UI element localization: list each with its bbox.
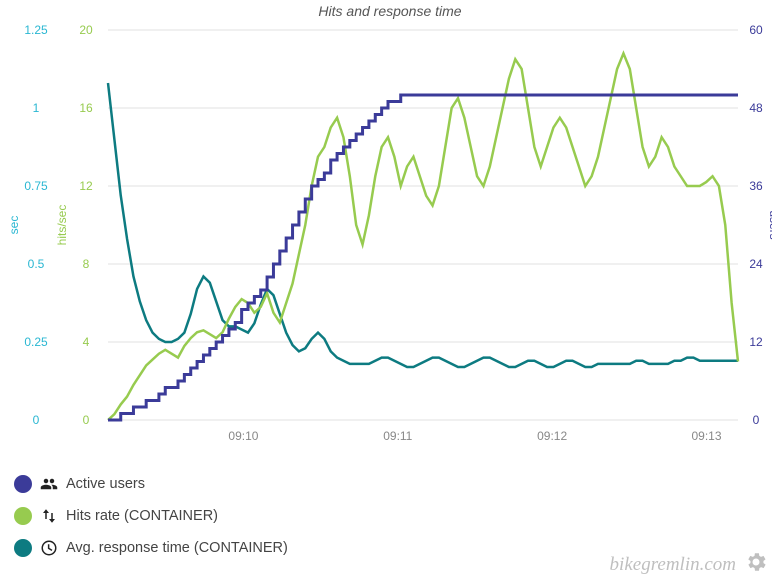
svg-text:8: 8 <box>83 257 90 271</box>
swatch-icon <box>14 507 32 525</box>
svg-text:09:10: 09:10 <box>228 429 258 443</box>
gear-icon <box>744 550 768 580</box>
svg-text:20: 20 <box>79 23 93 37</box>
svg-text:0: 0 <box>753 413 760 427</box>
legend-item-active-users: Active users <box>14 468 288 500</box>
svg-text:12: 12 <box>749 335 763 349</box>
svg-text:0: 0 <box>33 413 40 427</box>
svg-text:0.25: 0.25 <box>24 335 48 349</box>
legend: Active users Hits rate (CONTAINER) Avg. … <box>14 468 288 564</box>
svg-text:0.5: 0.5 <box>28 257 45 271</box>
legend-item-hits-rate: Hits rate (CONTAINER) <box>14 500 288 532</box>
svg-text:0: 0 <box>83 413 90 427</box>
svg-text:0.75: 0.75 <box>24 179 48 193</box>
svg-text:16: 16 <box>79 101 93 115</box>
svg-text:09:11: 09:11 <box>383 429 412 443</box>
svg-text:60: 60 <box>749 23 763 37</box>
swatch-icon <box>14 539 32 557</box>
svg-text:users: users <box>767 210 772 239</box>
svg-text:48: 48 <box>749 101 763 115</box>
legend-label: Avg. response time (CONTAINER) <box>66 540 288 556</box>
svg-text:sec: sec <box>8 216 21 235</box>
legend-label: Hits rate (CONTAINER) <box>66 508 218 524</box>
svg-text:hits/sec: hits/sec <box>55 205 69 246</box>
watermark: bikegremlin.com <box>610 550 768 580</box>
svg-text:09:13: 09:13 <box>691 429 721 443</box>
svg-text:36: 36 <box>749 179 763 193</box>
chart-svg: 00.250.50.7511.2504812162001224364860sec… <box>8 5 772 460</box>
svg-text:12: 12 <box>79 179 93 193</box>
svg-text:4: 4 <box>83 335 90 349</box>
users-icon <box>40 475 58 493</box>
updown-icon <box>40 507 58 525</box>
svg-text:1: 1 <box>33 101 40 115</box>
svg-text:24: 24 <box>749 257 763 271</box>
legend-item-response-time: Avg. response time (CONTAINER) <box>14 532 288 564</box>
legend-label: Active users <box>66 476 145 492</box>
swatch-icon <box>14 475 32 493</box>
svg-text:09:12: 09:12 <box>537 429 567 443</box>
watermark-text: bikegremlin.com <box>610 554 736 576</box>
chart-area: 00.250.50.7511.2504812162001224364860sec… <box>8 5 772 460</box>
clock-icon <box>40 539 58 557</box>
svg-text:1.25: 1.25 <box>24 23 48 37</box>
